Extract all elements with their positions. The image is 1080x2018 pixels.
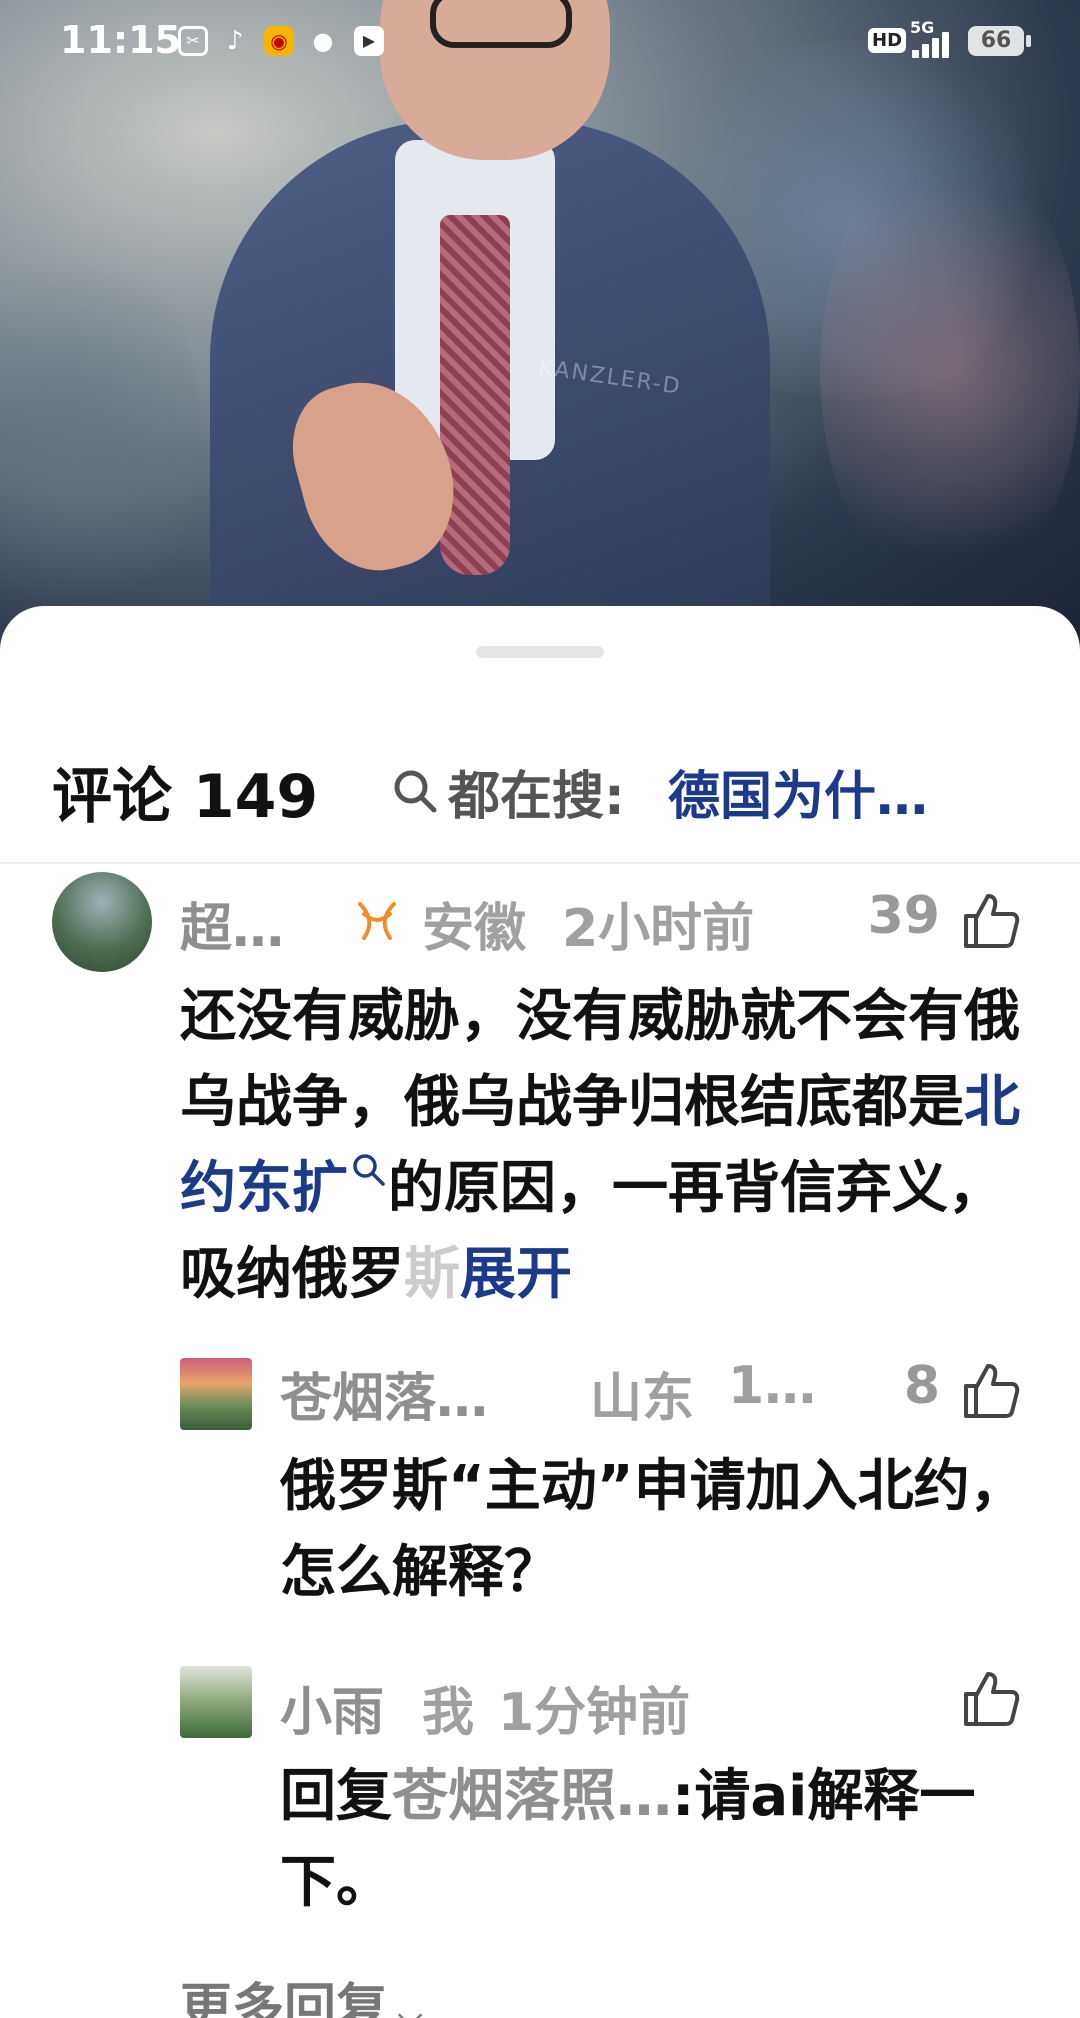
like-count: 39 <box>867 886 940 946</box>
reply-author[interactable]: 苍烟落… <box>280 1356 488 1431</box>
screenshot-icon: ✂ <box>178 26 208 56</box>
expand-button[interactable]: 展开 <box>460 1242 572 1307</box>
trending-search-query[interactable]: 德国为什… <box>668 754 928 829</box>
avatar[interactable] <box>180 1358 252 1430</box>
reply-time: 1分钟前 <box>498 1683 691 1743</box>
wechat-icon: ● <box>312 27 334 55</box>
avatar[interactable] <box>52 872 152 972</box>
tiktok-icon: ♪ <box>226 26 244 56</box>
signal-icon <box>912 26 956 58</box>
reply-text: 回复苍烟落照…:请ai解释一下。 <box>280 1764 976 1915</box>
avatar[interactable] <box>180 1666 252 1738</box>
divider <box>0 862 1080 864</box>
reply-time: 1… <box>728 1356 817 1416</box>
comments-header: 评论 149 都在搜: 德国为什… <box>52 748 1052 832</box>
chevron-down-icon: ⌵ <box>398 1996 423 2018</box>
article-photo[interactable]: KANZLER-D <box>0 0 1080 660</box>
comment-region: 安徽 <box>422 899 527 959</box>
reply-author[interactable]: 小雨 <box>280 1670 384 1745</box>
video-app-icon: ▶ <box>354 26 384 56</box>
trending-search-label[interactable]: 都在搜: <box>448 754 625 829</box>
status-time: 11:15 <box>60 18 181 62</box>
bokeh-light <box>0 220 200 640</box>
comments-sheet: 评论 149 都在搜: 德国为什… 超… 安徽 2小时前 39 还没有威胁，没有… <box>0 606 1080 2018</box>
comment-text: 还没有威胁，没有威胁就不会有俄乌战争，俄乌战争归根结底都是北约东扩 的原因，一再背… <box>180 984 1020 1307</box>
drag-handle[interactable] <box>476 646 604 658</box>
thumbs-up-icon[interactable] <box>958 888 1022 952</box>
status-bar: 11:15 ✂ ♪ ◉ ● ▶ HD 5G 66 <box>0 0 1080 84</box>
search-icon <box>353 1154 385 1186</box>
battery-icon: 66 <box>968 26 1031 56</box>
comment-author[interactable]: 超… <box>180 886 284 961</box>
person-tie <box>440 215 510 575</box>
reply-region: 山东 <box>590 1369 695 1429</box>
search-icon[interactable] <box>390 766 440 816</box>
comments-title: 评论 149 <box>52 762 319 832</box>
user-badge-icon <box>358 902 396 940</box>
thumbs-up-icon[interactable] <box>958 1666 1022 1730</box>
weibo-icon: ◉ <box>264 26 294 56</box>
thumbs-up-icon[interactable] <box>958 1358 1022 1422</box>
more-replies-button[interactable]: 更多回复 ⌵ <box>180 1966 422 2018</box>
comment-time: 2小时前 <box>562 899 755 959</box>
like-count: 8 <box>903 1356 940 1416</box>
reply-text: 俄罗斯“主动”申请加入北约，怎么解释？ <box>280 1454 1026 1605</box>
reply-author-tag: 我 <box>422 1683 475 1743</box>
bokeh-light <box>820 140 1080 600</box>
reply-to-user[interactable]: 苍烟落照… <box>392 1764 672 1829</box>
hd-icon: HD <box>868 28 907 53</box>
